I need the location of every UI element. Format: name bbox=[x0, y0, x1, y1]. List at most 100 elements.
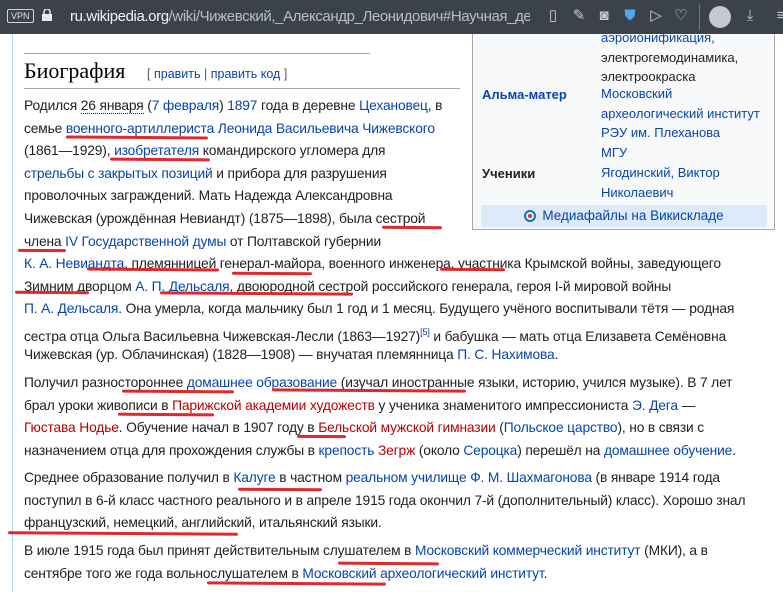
edit-link[interactable]: править bbox=[154, 67, 201, 81]
text: французский, немецкий, английский, италь… bbox=[24, 515, 382, 531]
text-line: П. А. Дельсаля. Она умерла, когда мальчи… bbox=[24, 298, 734, 321]
section-title: Биография bbox=[24, 58, 126, 83]
edit-icon[interactable]: ✎ bbox=[570, 7, 588, 25]
text: Среднее образование получил в bbox=[24, 470, 234, 485]
link[interactable]: Московский коммерческий институт bbox=[415, 543, 641, 558]
text: (в январе 1914 года bbox=[591, 470, 721, 485]
text: сестра отца Ольга Васильевна Чижевская-Л… bbox=[24, 328, 421, 344]
address-bar[interactable]: ru.wikipedia.org/wiki/Чижевский,_Алексан… bbox=[70, 8, 530, 25]
link[interactable]: реальном училище bbox=[346, 470, 467, 485]
link[interactable]: Калуге bbox=[233, 470, 275, 485]
link[interactable]: Польское царство bbox=[504, 420, 618, 435]
camera-icon[interactable]: ◙ bbox=[595, 7, 613, 25]
text: поступил в 6-й класс частного реального … bbox=[24, 492, 746, 508]
vpn-button[interactable]: VPN bbox=[7, 9, 34, 23]
lock-icon bbox=[42, 9, 52, 21]
download-icon[interactable]: ⤓ bbox=[741, 7, 759, 25]
link[interactable]: IV Государственной думы bbox=[65, 234, 226, 249]
edit-source-link[interactable]: править код bbox=[211, 67, 281, 81]
text: (МКИ), а в bbox=[640, 543, 708, 558]
link[interactable]: П. С. Нахимова bbox=[457, 347, 555, 362]
link[interactable]: военного-артиллериста bbox=[66, 121, 214, 136]
redlink[interactable]: Зегрж bbox=[378, 443, 415, 458]
text: , в bbox=[427, 98, 443, 113]
url-domain: ru.wikipedia.org bbox=[70, 8, 169, 25]
link[interactable]: Цехановец bbox=[359, 98, 428, 113]
red-underline bbox=[237, 487, 323, 492]
link[interactable]: крепость bbox=[319, 443, 375, 458]
text: . bbox=[543, 565, 548, 581]
red-underline bbox=[439, 267, 506, 272]
text-line: сестра отца Ольга Васильевна Чижевская-Л… bbox=[24, 321, 734, 344]
link[interactable]: домашнее обучение bbox=[604, 443, 732, 458]
text: члена bbox=[24, 233, 66, 249]
text: сентябре того же года вольнослушателем в bbox=[24, 565, 303, 581]
red-underline bbox=[381, 225, 443, 230]
text-line: Чижевская (урождённая Невиандт) (1875—18… bbox=[24, 208, 734, 231]
text: Чижевская (урождённая Невиандт) (1875—18… bbox=[24, 210, 426, 226]
text: года в деревне bbox=[257, 98, 360, 113]
text: Получил разностороннее bbox=[24, 375, 187, 390]
text: ) bbox=[219, 98, 228, 113]
date-text: 26 января bbox=[80, 98, 144, 114]
text: ( bbox=[495, 420, 504, 436]
bracket: [ bbox=[147, 67, 151, 81]
link[interactable]: Сероцка bbox=[463, 443, 517, 458]
text-line: проволочных заграждений. Мать Надежда Ал… bbox=[24, 185, 734, 208]
red-underline bbox=[17, 248, 67, 253]
field-link[interactable]: аэроионификация, bbox=[601, 28, 738, 48]
divider bbox=[24, 53, 370, 54]
text: . Она умерла, когда мальчику был 1 год и… bbox=[118, 301, 735, 317]
text-line: В июле 1915 года был принят действительн… bbox=[24, 540, 708, 563]
text: . Обучение начал в 1907 году в bbox=[118, 420, 319, 436]
text-line: назначением отца для прохождения службы … bbox=[24, 440, 736, 463]
text: семье bbox=[24, 120, 66, 136]
link[interactable]: П. А. Дельсаля bbox=[24, 301, 118, 316]
text-line: члена IV Государственной думы от Полтавс… bbox=[24, 231, 734, 254]
text: В июле 1915 года был принят действительн… bbox=[24, 543, 415, 558]
infobox-field-values: аэроионификация, электрогемодинамика, эл… bbox=[601, 28, 738, 87]
redlink[interactable]: Бельской мужской гимназии bbox=[318, 420, 496, 435]
section-divider bbox=[24, 88, 460, 89]
url-path: /wiki/Чижевский,_Александр_Леонидович#На… bbox=[168, 8, 530, 25]
send-icon[interactable]: ▷ bbox=[647, 7, 665, 25]
link[interactable]: Московский археологический институт bbox=[302, 566, 543, 581]
link[interactable]: изобретателя bbox=[114, 143, 199, 158]
redlink[interactable]: Гюстава Нодье bbox=[24, 420, 119, 435]
field-value: электрогемодинамика, bbox=[601, 49, 739, 65]
text: командирского угломера для bbox=[199, 143, 386, 159]
red-underline bbox=[231, 271, 313, 276]
link[interactable]: 1897 bbox=[227, 98, 257, 113]
link[interactable]: стрельбы с закрытых позиций bbox=[24, 166, 213, 181]
text: Чижевская (ур. Облачинская) (1828—1908) … bbox=[24, 346, 458, 362]
reader-icon[interactable]: ▯ bbox=[544, 7, 562, 25]
text-line: поступил в 6-й класс частного реального … bbox=[24, 490, 746, 513]
menu-icon[interactable]: ≡ bbox=[772, 7, 783, 25]
text: и бабушка — мать отца Елизавета Семёновн… bbox=[429, 328, 727, 344]
link[interactable]: 7 февраля bbox=[152, 98, 220, 113]
text: брал уроки живописи в bbox=[24, 397, 173, 413]
red-underline bbox=[296, 434, 347, 439]
footnote-link[interactable]: [5] bbox=[420, 327, 430, 337]
shield-icon[interactable]: ⛊ bbox=[621, 7, 639, 25]
red-underline bbox=[14, 290, 90, 295]
text-line: Чижевская (ур. Облачинская) (1828—1908) … bbox=[24, 344, 734, 367]
profile-icon[interactable] bbox=[709, 6, 731, 28]
text: (около bbox=[415, 442, 464, 458]
bracket: ] bbox=[283, 67, 288, 81]
text: . bbox=[554, 346, 559, 362]
text-line: Гюстава Нодье. Обучение начал в 1907 год… bbox=[24, 417, 736, 440]
link[interactable]: Леонида Васильевича Чижевского bbox=[218, 121, 435, 136]
link[interactable]: Ф. М. Шахмагонова bbox=[470, 470, 592, 485]
section-edit-links: [ править | править код ] bbox=[147, 67, 287, 81]
heart-icon[interactable]: ♡ bbox=[672, 7, 690, 25]
text: назначением отца для прохождения службы … bbox=[24, 442, 319, 458]
text: Родился bbox=[24, 98, 81, 113]
text-line: стрельбы с закрытых позиций и прибора дл… bbox=[24, 163, 734, 186]
link[interactable]: Э. Дега bbox=[632, 398, 678, 413]
redlink[interactable]: Парижской академии художеств bbox=[172, 398, 375, 413]
separator: | bbox=[204, 67, 208, 81]
text: (изучал иностранные языки, историю, учил… bbox=[337, 375, 733, 390]
text: — bbox=[677, 397, 696, 413]
text: в частном bbox=[275, 470, 346, 485]
